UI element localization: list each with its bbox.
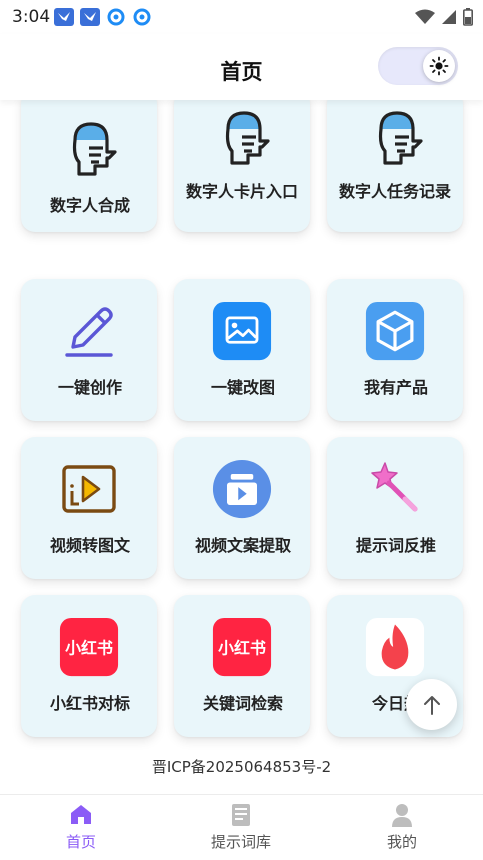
card-prompt-reverse[interactable]: 提示词反推 [327, 437, 463, 579]
nav-home[interactable]: 首页 [21, 803, 141, 852]
app-header: 首页 [0, 34, 483, 100]
video-to-text-icon [59, 459, 119, 519]
card-video-copy-extract[interactable]: 视频文案提取 [174, 437, 310, 579]
digital-human-icon [59, 118, 119, 178]
card-label: 视频转图文 [49, 536, 130, 555]
card-label: 关键词检索 [202, 694, 283, 713]
card-label: 提示词反推 [355, 536, 436, 555]
card-xiaohongshu-benchmark[interactable]: 小红书 小红书对标 [21, 595, 157, 737]
wifi-icon [415, 9, 435, 24]
status-time: 3:04 [12, 7, 51, 27]
card-label: 一键创作 [57, 378, 122, 397]
card-label: 我有产品 [363, 378, 428, 397]
pencil-icon [59, 301, 119, 361]
video-copy-extract-icon [212, 459, 272, 519]
home-icon [21, 803, 141, 827]
status-bar: 3:04 [0, 0, 483, 34]
icp-record[interactable]: 晋ICP备2025064853号-2 [0, 756, 483, 777]
flame-icon [365, 617, 425, 677]
card-one-click-image-edit[interactable]: 一键改图 [174, 279, 310, 421]
sun-icon [423, 50, 455, 82]
nav-profile[interactable]: 我的 [342, 803, 462, 852]
battery-icon [463, 8, 473, 26]
svg-text:小红书: 小红书 [218, 639, 266, 658]
card-label: 一键改图 [210, 378, 275, 397]
arrow-up-icon [423, 695, 440, 715]
notification-icons [54, 8, 152, 26]
card-label: 数字人合成 [49, 196, 130, 215]
browser-app-icon [132, 8, 152, 26]
signal-icon [442, 10, 456, 24]
svg-text:小红书: 小红书 [65, 639, 113, 658]
card-label: 数字人任务记录 [339, 182, 452, 201]
card-label: 小红书对标 [49, 694, 130, 713]
card-digital-human-card-entry[interactable]: 数字人卡片入口 [174, 100, 310, 232]
browser-app-icon [106, 8, 126, 26]
bird-app-icon [54, 8, 74, 26]
system-status [415, 8, 473, 26]
nav-label: 首页 [65, 833, 96, 851]
xiaohongshu-icon: 小红书 [59, 617, 119, 677]
document-icon [181, 803, 301, 827]
digital-human-icon [212, 107, 272, 167]
card-my-products[interactable]: 我有产品 [327, 279, 463, 421]
card-label: 视频文案提取 [194, 536, 291, 555]
theme-toggle[interactable] [378, 47, 458, 85]
image-edit-icon [212, 301, 272, 361]
bottom-nav: 首页 提示词库 我的 [0, 794, 483, 860]
card-one-click-create[interactable]: 一键创作 [21, 279, 157, 421]
profile-icon [342, 803, 462, 827]
magic-wand-icon [365, 459, 425, 519]
card-keyword-search[interactable]: 小红书 关键词检索 [174, 595, 310, 737]
product-box-icon [365, 301, 425, 361]
nav-label: 提示词库 [210, 833, 271, 851]
scroll-to-top-button[interactable] [406, 679, 457, 730]
card-label: 数字人卡片入口 [186, 182, 299, 201]
xiaohongshu-icon: 小红书 [212, 617, 272, 677]
nav-label: 我的 [386, 833, 417, 851]
nav-prompt-library[interactable]: 提示词库 [181, 803, 301, 852]
digital-human-icon [365, 107, 425, 167]
card-video-to-text[interactable]: 视频转图文 [21, 437, 157, 579]
card-digital-human-task-record[interactable]: 数字人任务记录 [327, 100, 463, 232]
bird-app-icon [80, 8, 100, 26]
card-digital-human-synthesis[interactable]: 数字人合成 [21, 100, 157, 232]
